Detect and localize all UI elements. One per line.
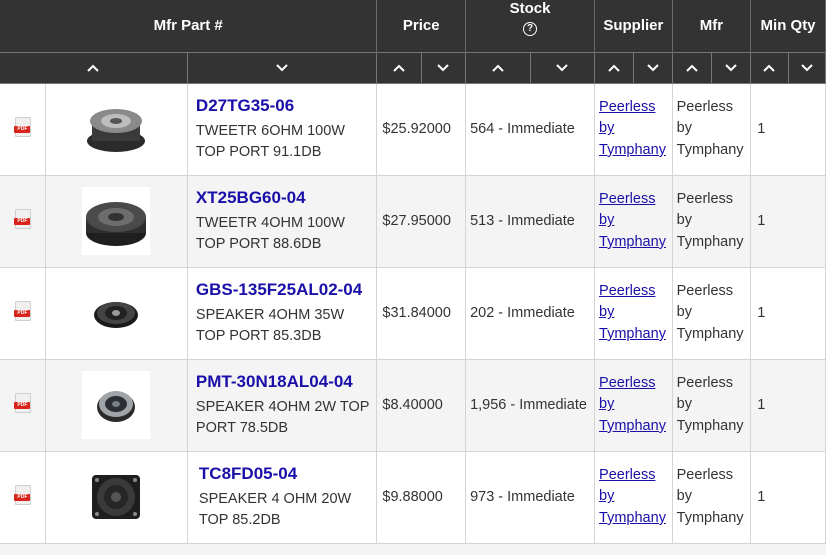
sort-asc-price[interactable] [376,51,422,84]
part-description: TWEETR 6OHM 100W TOP PORT 91.1DB [195,122,345,160]
manufacturer: Peerless by Tymphany [672,451,752,544]
chevron-up-icon [87,64,100,72]
chevron-up-icon [393,64,405,72]
chevron-up-icon [686,64,698,72]
manufacturer: Peerless by Tymphany [672,359,752,452]
min-qty: 1 [750,359,826,452]
sort-desc-mfr[interactable] [711,51,752,84]
sort-desc-price[interactable] [421,51,467,84]
col-header-price[interactable]: Price [376,0,467,52]
chevron-down-icon [725,63,737,71]
part-number-link[interactable]: XT25BG60-04 [196,188,376,208]
pdf-datasheet-icon[interactable]: PDF [14,117,32,137]
supplier-link[interactable]: Peerless by Tymphany [599,375,666,434]
product-image[interactable] [82,95,151,163]
chevron-down-icon [556,63,569,71]
manufacturer: Peerless by Tymphany [672,267,752,360]
question-circle-icon[interactable]: ? [523,22,538,36]
product-image[interactable] [82,187,151,255]
table-row[interactable]: PDF GBS-135F25AL02-04 SPEAKER 4OHM 35W T… [0,267,826,360]
col-header-mfr[interactable]: Mfr [672,0,752,52]
product-table: Mfr Part # Price Stock ? Supplier Mfr Mi… [0,0,826,555]
table-row[interactable]: PDF PMT-30N18AL04-04 SPEAKER 4OHM 2W TOP… [0,359,826,452]
sort-asc-mfr[interactable] [672,51,712,84]
part-description: SPEAKER 4OHM 35W TOP PORT 85.3DB [195,306,345,344]
manufacturer: Peerless by Tymphany [672,175,752,268]
sort-desc-min-qty[interactable] [788,51,826,84]
supplier-link[interactable]: Peerless by Tymphany [599,283,666,342]
supplier-link-cell[interactable]: Peerless by Tymphany [594,359,673,452]
chevron-down-icon [276,63,288,71]
unit-price: $31.84000 [376,267,467,360]
sort-asc-mfr-part[interactable] [0,51,188,84]
supplier-link-cell[interactable]: Peerless by Tymphany [594,83,673,176]
min-qty: 1 [750,451,826,544]
sort-asc-min-qty[interactable] [750,51,789,84]
chevron-up-icon [608,64,620,72]
supplier-link-cell[interactable]: Peerless by Tymphany [594,175,673,268]
chevron-down-icon [437,63,450,71]
stock-status: 973 - Immediate [465,451,596,544]
chevron-up-icon [763,64,776,72]
sort-desc-mfr-part[interactable] [187,51,378,84]
stock-status: 202 - Immediate [465,267,596,360]
supplier-link[interactable]: Peerless by Tymphany [599,191,666,250]
chevron-down-icon [647,63,659,71]
supplier-link-cell[interactable]: Peerless by Tymphany [594,267,673,360]
product-image[interactable] [82,371,151,439]
stock-header-label: Stock [509,0,551,17]
part-number-link[interactable]: PMT-30N18AL04-04 [196,372,376,392]
min-qty: 1 [750,267,826,360]
sort-desc-stock[interactable] [530,51,596,84]
pdf-datasheet-icon[interactable]: PDF [14,209,32,229]
supplier-link-cell[interactable]: Peerless by Tymphany [594,451,673,544]
part-description: SPEAKER 4 OHM 20W TOP 85.2DB [198,490,352,528]
sort-asc-supplier[interactable] [594,51,635,84]
part-number-link[interactable]: GBS-135F25AL02-04 [196,280,376,300]
product-image[interactable] [82,463,151,531]
table-row[interactable]: PDF XT25BG60-04 TWEETR 4OHM 100W TOP POR… [0,175,826,268]
table-row[interactable]: PDF TC8FD05-04 SPEAKER 4 OHM 20W TOP 85.… [0,451,826,544]
manufacturer: Peerless by Tymphany [672,83,752,176]
min-qty: 1 [750,175,826,268]
unit-price: $27.95000 [376,175,467,268]
stock-status: 1,956 - Immediate [465,359,596,452]
product-image[interactable] [82,279,151,347]
stock-status: 513 - Immediate [465,175,596,268]
pdf-datasheet-icon[interactable]: PDF [14,301,32,321]
stock-status: 564 - Immediate [465,83,596,176]
col-header-min-qty[interactable]: Min Qty [750,0,826,52]
unit-price: $8.40000 [376,359,467,452]
unit-price: $9.88000 [376,451,467,544]
part-number-link[interactable]: D27TG35-06 [196,96,376,116]
pdf-datasheet-icon[interactable]: PDF [14,485,32,505]
table-row-partial [0,542,826,555]
sort-asc-stock[interactable] [465,51,531,84]
chevron-down-icon [800,63,813,71]
unit-price: $25.92000 [376,83,467,176]
part-description: SPEAKER 4OHM 2W TOP PORT 78.5DB [195,398,370,436]
chevron-up-icon [492,64,504,72]
sort-desc-supplier[interactable] [633,51,673,84]
supplier-link[interactable]: Peerless by Tymphany [599,99,666,158]
pdf-datasheet-icon[interactable]: PDF [14,393,32,413]
col-header-mfr-part[interactable]: Mfr Part # [0,0,378,52]
min-qty: 1 [750,83,826,176]
supplier-link[interactable]: Peerless by Tymphany [599,467,666,526]
part-number-link[interactable]: TC8FD05-04 [199,464,376,484]
col-header-stock[interactable]: Stock ? [465,0,596,52]
part-description: TWEETR 4OHM 100W TOP PORT 88.6DB [195,214,345,252]
col-header-supplier[interactable]: Supplier [594,0,673,52]
table-row[interactable]: PDF D27TG35-06 TWEETR 6OHM 100W TOP PORT… [0,83,826,176]
